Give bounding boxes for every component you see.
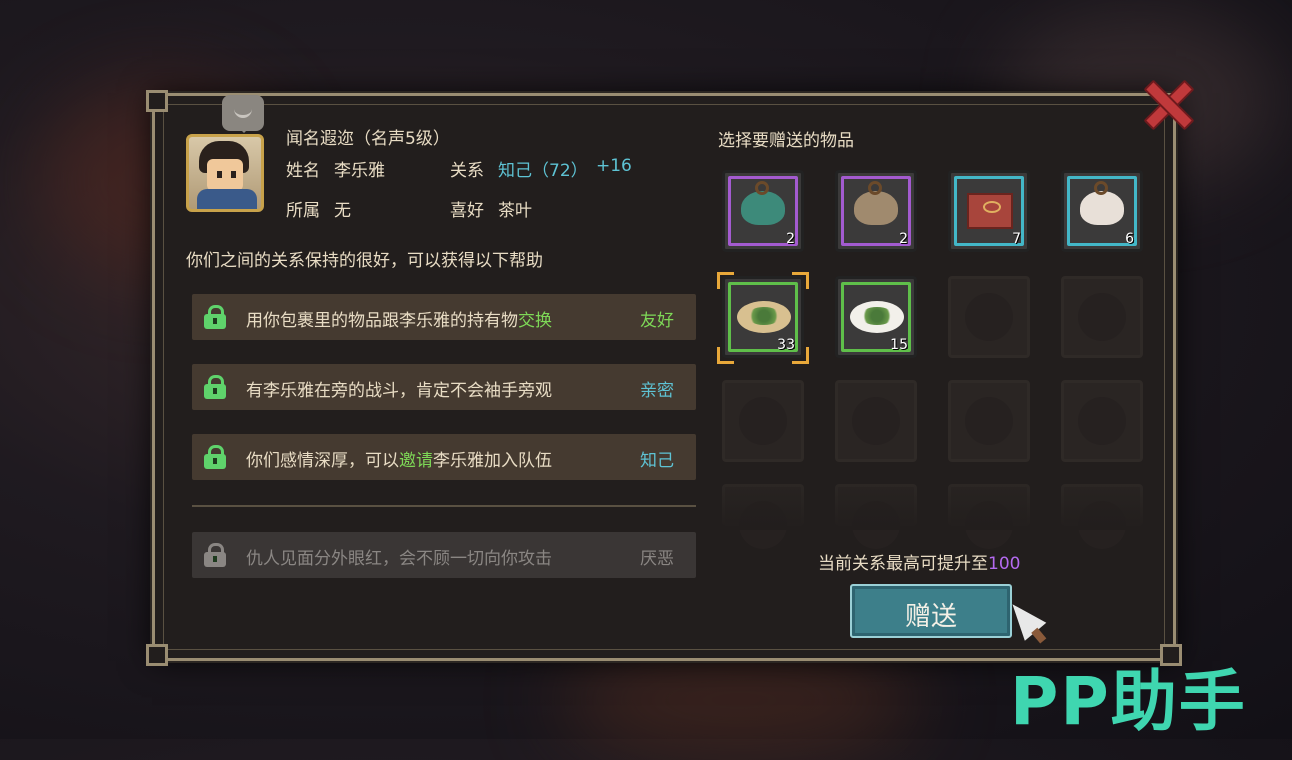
empty-slot [948,380,1030,462]
lock-icon [204,543,226,567]
item-slot[interactable]: 7 [948,170,1030,252]
benefit-text: 用你包裹里的物品跟李乐雅的持有物交换 [246,311,552,331]
empty-slot [722,380,804,462]
gift-button[interactable]: 赠送 [850,584,1012,638]
pouch-brown-icon [854,181,898,225]
benefit-exchange[interactable]: 用你包裹里的物品跟李乐雅的持有物交换 友好 [192,294,696,340]
benefit-text: 仇人见面分外眼红，会不顾一切向你攻击 [246,549,552,569]
benefit-invite[interactable]: 你们感情深厚，可以邀请李乐雅加入队伍 知己 [192,434,696,480]
bundle-icon [1080,181,1124,225]
unlock-icon [204,445,226,469]
likes-label: 喜好 [450,201,484,221]
relation-value: 知己（72） [498,161,588,181]
pouch-teal-icon [741,181,785,225]
selection-highlight [717,272,809,364]
watermark-logo: PP助手 [1010,663,1247,740]
benefit-battle[interactable]: 有李乐雅在旁的战斗，肯定不会袖手旁观 亲密 [192,364,696,410]
relation-label: 关系 [450,161,484,181]
gift-box-icon [967,193,1013,229]
item-slot[interactable]: 2 [835,170,917,252]
character-portrait [186,134,264,212]
benefit-tag: 知己 [640,451,674,471]
item-slot[interactable]: 15 [835,276,917,358]
close-icon[interactable] [1142,78,1192,128]
faction-value: 无 [334,201,351,221]
item-slot[interactable]: 2 [722,170,804,252]
max-relation-text: 当前关系最高可提升至100 [818,554,1021,574]
benefit-text: 你们感情深厚，可以邀请李乐雅加入队伍 [246,451,552,471]
likes-value: 茶叶 [498,201,532,221]
item-slot[interactable]: 6 [1061,170,1143,252]
benefit-tag: 友好 [640,311,674,331]
corner-ornament [146,90,168,112]
name-label: 姓名 [286,161,320,181]
corner-ornament [146,644,168,666]
faction-label: 所属 [286,201,320,221]
unlock-icon [204,375,226,399]
empty-slot [1061,380,1143,462]
benefit-tag: 亲密 [640,381,674,401]
help-intro: 你们之间的关系保持的很好，可以获得以下帮助 [186,251,543,271]
empty-slot [1061,276,1143,358]
empty-slot [835,380,917,462]
relation-bonus: +16 [596,156,632,176]
benefit-text: 有李乐雅在旁的战斗，肯定不会袖手旁观 [246,381,552,401]
unlock-icon [204,305,226,329]
tea-dish-icon [850,301,904,333]
character-name: 李乐雅 [334,161,385,181]
gift-title: 选择要赠送的物品 [718,131,854,151]
benefit-tag: 厌恶 [640,549,674,569]
empty-slot [948,276,1030,358]
reputation-title: 闻名遐迩（名声5级） [286,129,450,149]
divider [192,505,696,507]
chat-icon[interactable] [222,95,264,133]
benefit-hostile: 仇人见面分外眼红，会不顾一切向你攻击 厌恶 [192,532,696,578]
